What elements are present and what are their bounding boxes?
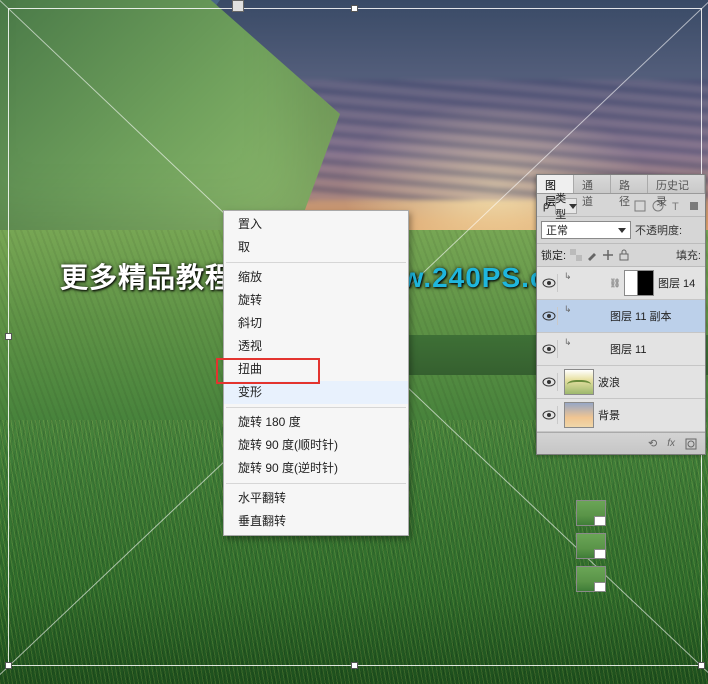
blend-mode-select[interactable]: 正常: [541, 221, 631, 239]
visibility-eye-icon[interactable]: [540, 307, 558, 325]
lock-transparent-icon[interactable]: [570, 249, 582, 261]
layer-row[interactable]: ↳ ⛓ 图层 14: [537, 267, 705, 300]
filter-type-label: 类型: [555, 190, 566, 222]
menu-item-变形[interactable]: 变形: [224, 381, 408, 404]
smart-object-icon: [594, 582, 606, 592]
opacity-label: 不透明度:: [635, 222, 682, 238]
filter-kind-label: ρ: [541, 200, 551, 212]
add-mask-icon[interactable]: [685, 438, 697, 450]
visibility-eye-icon[interactable]: [540, 373, 558, 391]
layer-row[interactable]: 背景: [537, 399, 705, 432]
visibility-eye-icon[interactable]: [540, 340, 558, 358]
lock-label: 锁定:: [541, 247, 566, 263]
menu-item-旋转[interactable]: 旋转: [224, 289, 408, 312]
layer-mask-thumbnail[interactable]: [624, 270, 654, 296]
layers-panel-footer: ⟲ fx: [537, 432, 705, 454]
lock-position-icon[interactable]: [602, 249, 614, 261]
blend-opacity-row: 正常 不透明度:: [537, 217, 705, 244]
layer-list[interactable]: ↳ ⛓ 图层 14 ↳ 图层 11 副本 ↳ 图层 11 波浪背景: [537, 267, 705, 432]
filter-pixel-icon[interactable]: [633, 199, 647, 213]
mask-link-icon[interactable]: ⛓: [610, 278, 620, 289]
layer-name[interactable]: 图层 11: [610, 341, 646, 357]
layer-name[interactable]: 背景: [598, 407, 620, 423]
menu-item-斜切[interactable]: 斜切: [224, 312, 408, 335]
menu-item-水平翻转[interactable]: 水平翻转: [224, 487, 408, 510]
warp-highlight-red-box: [216, 358, 320, 384]
layer-row[interactable]: 波浪: [537, 366, 705, 399]
menu-item-旋转 90 度(顺时针)[interactable]: 旋转 90 度(顺时针): [224, 434, 408, 457]
menu-item-缩放[interactable]: 缩放: [224, 266, 408, 289]
filter-type-dropdown[interactable]: 类型: [555, 198, 577, 214]
panel-tab-路径[interactable]: 路径: [611, 175, 648, 193]
clip-indicator-icon: ↳: [564, 337, 572, 348]
link-layers-icon[interactable]: ⟲: [648, 437, 657, 450]
filter-text-icon[interactable]: T: [669, 199, 683, 213]
svg-text:T: T: [672, 201, 679, 213]
menu-separator: [226, 262, 406, 263]
fill-label: 填充:: [676, 247, 701, 263]
menu-item-透视[interactable]: 透视: [224, 335, 408, 358]
layers-panel[interactable]: 图层通道路径历史记录 ρ 类型 T 正常 不透明度: 锁定: 填充: ↳⛓图层 …: [536, 174, 706, 455]
layer-name[interactable]: 波浪: [598, 374, 620, 390]
menu-separator: [226, 483, 406, 484]
layer-thumbnail[interactable]: [576, 533, 606, 559]
menu-separator: [226, 407, 406, 408]
filter-adjust-icon[interactable]: [651, 199, 665, 213]
menu-item-置入[interactable]: 置入: [224, 213, 408, 236]
layer-row[interactable]: ↳ 图层 11 副本: [537, 300, 705, 333]
menu-item-取[interactable]: 取: [224, 236, 408, 259]
layer-thumbnail[interactable]: [564, 402, 594, 428]
layer-thumbnail[interactable]: [576, 500, 606, 526]
lock-fill-row: 锁定: 填充:: [537, 244, 705, 267]
lock-brush-icon[interactable]: [586, 249, 598, 261]
layer-name[interactable]: 图层 14: [658, 275, 695, 291]
filter-shape-icon[interactable]: [687, 199, 701, 213]
layer-row[interactable]: ↳ 图层 11: [537, 333, 705, 366]
panel-tab-通道[interactable]: 通道: [574, 175, 611, 193]
blend-mode-value: 正常: [546, 222, 568, 238]
menu-item-垂直翻转[interactable]: 垂直翻转: [224, 510, 408, 533]
layer-thumbnail[interactable]: [564, 369, 594, 395]
menu-item-旋转 90 度(逆时针)[interactable]: 旋转 90 度(逆时针): [224, 457, 408, 480]
chevron-down-icon: [618, 228, 626, 233]
panel-tab-历史记录[interactable]: 历史记录: [648, 175, 705, 193]
clip-indicator-icon: ↳: [564, 304, 572, 315]
ruler-origin[interactable]: [232, 0, 244, 12]
clip-indicator-icon: ↳: [564, 271, 572, 282]
layer-name[interactable]: 图层 11 副本: [610, 308, 672, 324]
layer-thumbnail[interactable]: [576, 566, 606, 592]
lock-all-icon[interactable]: [618, 249, 630, 261]
smart-object-icon: [594, 549, 606, 559]
menu-item-旋转 180 度[interactable]: 旋转 180 度: [224, 411, 408, 434]
visibility-eye-icon[interactable]: [540, 406, 558, 424]
visibility-eye-icon[interactable]: [540, 274, 558, 292]
chevron-down-icon: [569, 204, 577, 209]
layer-fx-icon[interactable]: fx: [667, 438, 675, 449]
smart-object-icon: [594, 516, 606, 526]
